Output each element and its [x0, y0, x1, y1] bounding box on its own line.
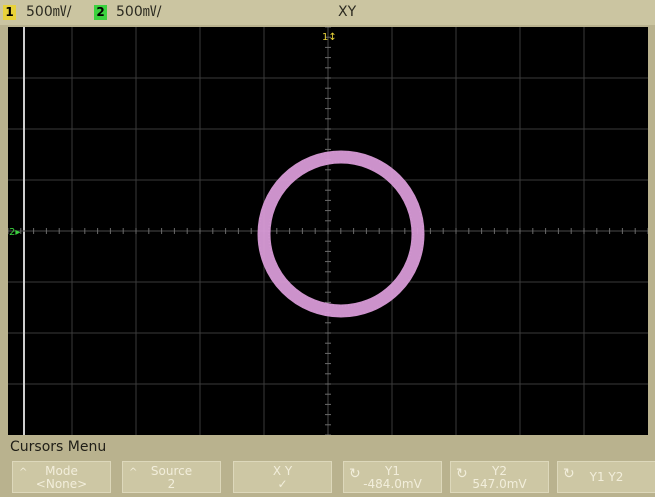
- x-origin-marker: 1↕: [322, 32, 337, 43]
- channel-2-scale[interactable]: 500㎷/: [116, 3, 161, 21]
- oscilloscope-display: 1 500㎷/ 2 500㎷/ XY 1↕ 2▸ Cursors Menu ^ Mo…: [0, 0, 655, 497]
- waveform-screen: 1↕ 2▸: [8, 27, 648, 435]
- channel-1-scale[interactable]: 500㎷/: [26, 3, 71, 21]
- softkey-value: 547.0mV: [472, 477, 527, 491]
- y-origin-marker: 2▸: [9, 227, 20, 238]
- softkey-value: <None>: [35, 477, 88, 491]
- softkey-value: -484.0mV: [363, 477, 422, 491]
- softkey-label: Y1 Y2: [589, 470, 624, 484]
- channel-1-badge[interactable]: 1: [3, 5, 16, 20]
- softkey-bar: ^ Mode <None> ^ Source 2 X Y ✓ ↻ Y1 -484.0mV ↻ Y2 547…: [0, 458, 655, 497]
- softkey-5[interactable]: ↻ Y2 547.0mV: [450, 461, 549, 493]
- channel-2-badge[interactable]: 2: [94, 5, 107, 20]
- softkey-value: ✓: [277, 477, 288, 491]
- softkey-1[interactable]: ^ Mode <None>: [12, 461, 111, 493]
- timebase-mode-label: XY: [338, 4, 357, 20]
- status-bar: 1 500㎷/ 2 500㎷/ XY: [0, 0, 655, 25]
- softkey-4[interactable]: ↻ Y1 -484.0mV: [343, 461, 442, 493]
- softkey-3[interactable]: X Y ✓: [233, 461, 332, 493]
- softkey-6[interactable]: ↻ Y1 Y2: [557, 461, 655, 493]
- softkey-value: 2: [167, 477, 176, 491]
- softkey-2[interactable]: ^ Source 2: [122, 461, 221, 493]
- menu-title: Cursors Menu: [10, 439, 107, 455]
- graticule: 1↕ 2▸: [8, 27, 648, 435]
